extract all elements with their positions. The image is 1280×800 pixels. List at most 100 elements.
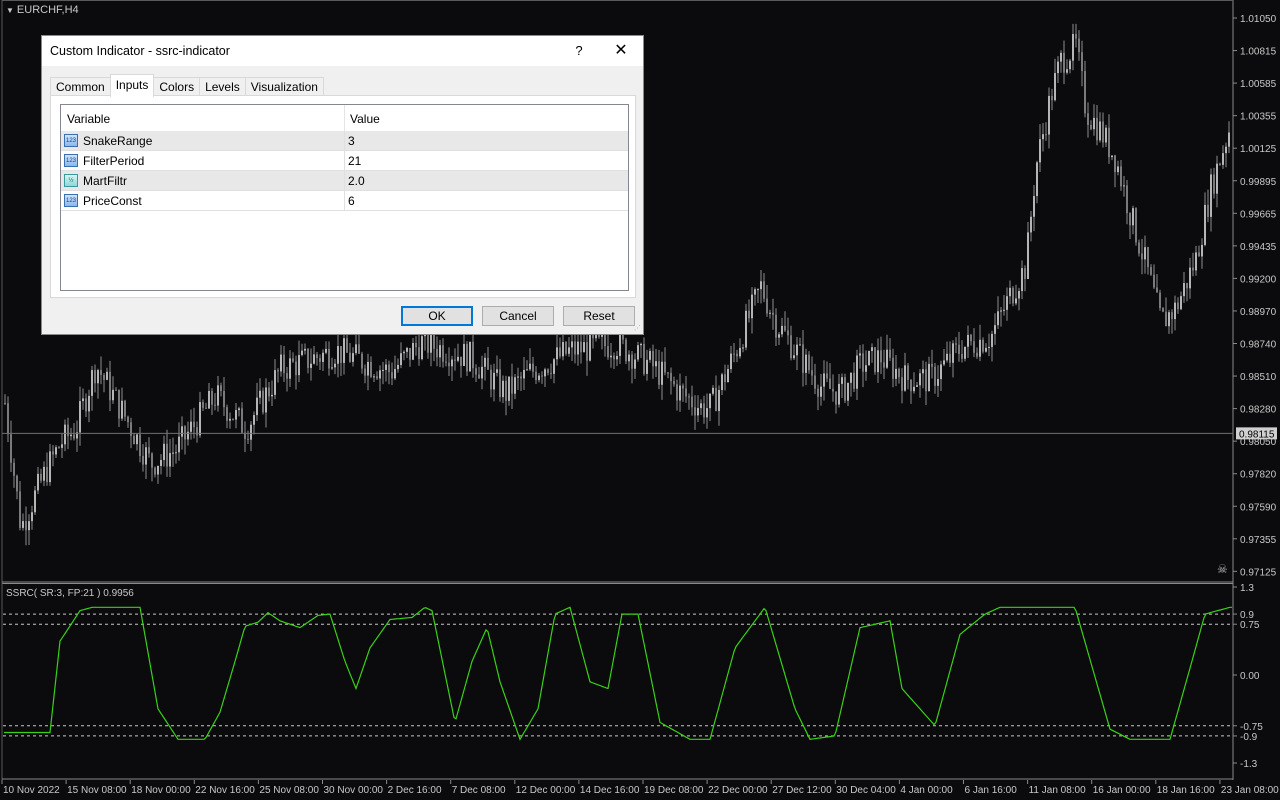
- indicator-chart[interactable]: 1.30.90.750.00-0.75-0.9-1.3: [0, 583, 1280, 780]
- row-variable: PriceConst: [83, 194, 142, 208]
- candle-body: [190, 421, 192, 432]
- candle-body: [307, 348, 309, 368]
- time-tick-label: 19 Dec 08:00: [644, 785, 704, 796]
- tab-visualization[interactable]: Visualization: [244, 77, 324, 97]
- price-tick-label: 0.98280: [1240, 405, 1277, 416]
- ok-button[interactable]: OK: [401, 306, 473, 326]
- tab-levels[interactable]: Levels: [199, 77, 246, 97]
- candle-body: [268, 387, 270, 397]
- time-tick-label: 16 Jan 00:00: [1093, 785, 1151, 796]
- candle-body: [340, 346, 342, 363]
- dialog-title: Custom Indicator - ssrc-indicator: [50, 44, 230, 58]
- price-tick-label: 1.00125: [1240, 144, 1277, 155]
- dialog-titlebar[interactable]: Custom Indicator - ssrc-indicator ? ✕: [42, 36, 643, 66]
- candle-body: [901, 377, 903, 391]
- table-row[interactable]: 123 FilterPeriod 21: [61, 151, 628, 171]
- candle-body: [532, 363, 534, 372]
- candle-body: [1162, 308, 1164, 312]
- candle-body: [1165, 311, 1167, 327]
- table-row[interactable]: 123 SnakeRange 3: [61, 131, 628, 151]
- candle-body: [1153, 274, 1155, 288]
- candle-body: [94, 370, 96, 384]
- candle-body: [649, 351, 651, 360]
- candle-body: [1210, 174, 1212, 217]
- candle-body: [1045, 134, 1047, 136]
- candle-body: [313, 354, 315, 364]
- collapse-triangle-icon[interactable]: ▼: [6, 6, 14, 15]
- header-value[interactable]: Value: [350, 112, 380, 126]
- tab-inputs[interactable]: Inputs: [109, 74, 155, 97]
- candle-body: [511, 376, 513, 394]
- candle-body: [226, 407, 228, 421]
- cancel-button[interactable]: Cancel: [482, 306, 554, 326]
- candle-body: [859, 353, 861, 356]
- reset-button[interactable]: Reset: [563, 306, 635, 326]
- table-row[interactable]: ½ MartFiltr 2.0: [61, 171, 628, 191]
- symbol-label[interactable]: ▼ EURCHF,H4: [6, 4, 79, 16]
- row-value[interactable]: 6: [348, 194, 355, 208]
- candle-body: [856, 355, 858, 389]
- candle-body: [97, 370, 99, 384]
- row-value[interactable]: 2.0: [348, 174, 365, 188]
- candle-body: [847, 382, 849, 401]
- candle-body: [715, 387, 717, 411]
- candle-body: [412, 343, 414, 360]
- header-variable[interactable]: Variable: [67, 112, 110, 126]
- time-axis: 10 Nov 2022 15 Nov 08:00 18 Nov 00:00 22 No…: [0, 780, 1280, 800]
- candle-body: [946, 353, 948, 361]
- tab-colors[interactable]: Colors: [153, 77, 201, 97]
- candle-body: [1114, 155, 1116, 173]
- candle-body: [352, 353, 354, 362]
- candle-body: [781, 325, 783, 335]
- candle-body: [1057, 61, 1059, 74]
- help-button[interactable]: ?: [568, 40, 590, 62]
- candle-body: [295, 361, 297, 376]
- candle-body: [205, 407, 207, 409]
- candle-body: [865, 365, 867, 372]
- resize-grip-icon[interactable]: ⋰: [634, 325, 642, 333]
- candle-body: [895, 368, 897, 379]
- row-value[interactable]: 3: [348, 134, 355, 148]
- candle-body: [568, 347, 570, 354]
- candle-body: [637, 345, 639, 360]
- table-row[interactable]: 123 PriceConst 6: [61, 191, 628, 211]
- candle-body: [373, 376, 375, 378]
- candle-body: [1063, 52, 1065, 73]
- close-button[interactable]: ✕: [610, 40, 632, 62]
- candle-body: [286, 373, 288, 379]
- candle-body: [1069, 60, 1071, 70]
- candle-body: [301, 350, 303, 356]
- price-tick-label: 1.00585: [1240, 79, 1277, 90]
- candle-body: [517, 376, 519, 378]
- candle-body: [817, 388, 819, 397]
- candle-body: [133, 435, 135, 445]
- candle-body: [676, 384, 678, 401]
- candle-body: [523, 369, 525, 379]
- candle-body: [607, 346, 609, 358]
- time-tick-label: 18 Jan 16:00: [1157, 785, 1215, 796]
- candle-body: [67, 424, 69, 437]
- candle-body: [112, 389, 114, 401]
- candle-body: [463, 343, 465, 366]
- candle-body: [421, 336, 423, 360]
- candle-body: [235, 410, 237, 420]
- candle-body: [796, 344, 798, 356]
- candle-body: [1102, 121, 1104, 143]
- candle-body: [1012, 287, 1014, 304]
- tab-common[interactable]: Common: [50, 77, 111, 97]
- candle-body: [832, 388, 834, 392]
- candle-body: [1039, 139, 1041, 163]
- candle-body: [148, 447, 150, 454]
- candle-body: [967, 334, 969, 347]
- tab-bar: Common Inputs Colors Levels Visualizatio…: [50, 74, 324, 97]
- candle-body: [616, 355, 618, 360]
- candle-body: [64, 424, 66, 445]
- candle-body: [943, 360, 945, 365]
- candle-body: [682, 385, 684, 389]
- integer-type-icon: 123: [64, 134, 78, 147]
- row-value[interactable]: 21: [348, 154, 361, 168]
- candle-body: [724, 374, 726, 383]
- candle-body: [751, 294, 753, 319]
- candle-body: [388, 364, 390, 373]
- candle-body: [964, 346, 966, 359]
